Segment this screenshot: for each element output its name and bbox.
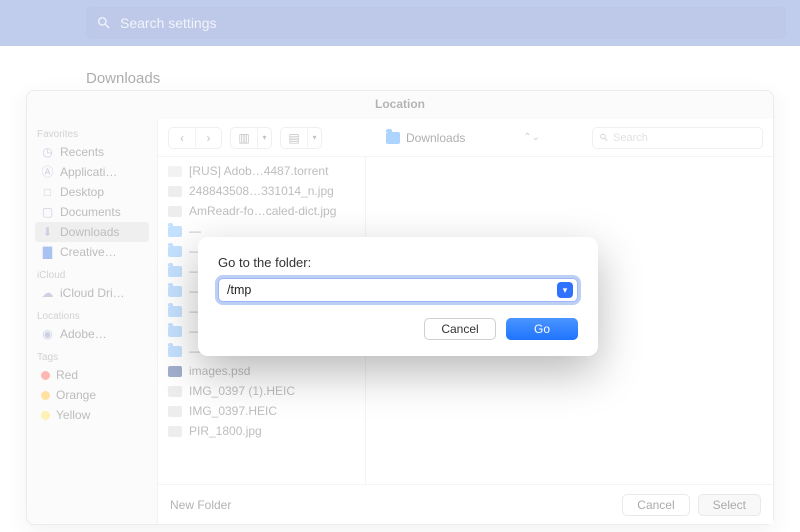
sheet-footer: New Folder Cancel Select: [158, 484, 773, 524]
back-button[interactable]: ‹: [169, 128, 195, 148]
sidebar-heading-tags: Tags: [37, 352, 147, 363]
location-popup[interactable]: Downloads ⌃⌄: [378, 129, 548, 147]
sidebar-tag-red[interactable]: Red: [35, 365, 149, 385]
modal-go-button[interactable]: Go: [506, 318, 578, 340]
modal-cancel-button[interactable]: Cancel: [424, 318, 496, 340]
sidebar-item-documents[interactable]: ▢Documents: [35, 202, 149, 222]
finder-sidebar: Favorites ◷Recents ⒶApplicati… □Desktop …: [27, 119, 157, 524]
location-label: Downloads: [406, 131, 465, 145]
file-row[interactable]: PIR_1800.jpg: [158, 421, 365, 441]
folder-icon: [168, 266, 182, 277]
sheet-title: Location: [27, 91, 773, 119]
go-to-folder-dialog: Go to the folder: ▾ Cancel Go: [198, 237, 598, 356]
sidebar-heading-locations: Locations: [37, 311, 147, 322]
file-row[interactable]: IMG_0397 (1).HEIC: [158, 381, 365, 401]
red-tag-icon: [41, 371, 50, 380]
disk-icon: ◉: [41, 328, 54, 340]
clock-icon: ◷: [41, 146, 54, 158]
file-icon: [168, 186, 182, 197]
folder-icon: [168, 286, 182, 297]
new-folder-button[interactable]: New Folder: [170, 498, 231, 512]
file-icon: [168, 166, 182, 177]
folder-icon: [168, 246, 182, 257]
sidebar-item-downloads[interactable]: ⬇Downloads: [35, 222, 149, 242]
folder-icon: [168, 226, 182, 237]
chevron-up-down-icon: ⌃⌄: [523, 132, 540, 143]
file-row[interactable]: 248843508…331014_n.jpg: [158, 181, 365, 201]
app-icon: Ⓐ: [41, 166, 54, 178]
file-icon: [168, 366, 182, 377]
nav-back-forward[interactable]: ‹ ›: [168, 127, 222, 149]
search-settings-field[interactable]: [86, 7, 786, 39]
folder-icon: [386, 132, 400, 144]
file-icon: [168, 426, 182, 437]
settings-topbar: [0, 0, 800, 46]
sidebar-heading-icloud: iCloud: [37, 270, 147, 281]
finder-search[interactable]: [592, 127, 763, 149]
go-to-folder-field[interactable]: ▾: [218, 278, 578, 302]
cancel-button[interactable]: Cancel: [622, 494, 689, 516]
chevron-down-icon[interactable]: ▾: [257, 128, 271, 148]
document-icon: ▢: [41, 206, 54, 218]
yellow-tag-icon: [41, 411, 50, 420]
file-icon: [168, 206, 182, 217]
sidebar-heading-favorites: Favorites: [37, 129, 147, 140]
search-icon: [599, 132, 609, 143]
sidebar-item-creative[interactable]: ▇Creative…: [35, 242, 149, 262]
sidebar-item-icloud-drive[interactable]: ☁iCloud Dri…: [35, 283, 149, 303]
search-icon: [96, 15, 112, 31]
forward-button[interactable]: ›: [195, 128, 221, 148]
view-mode-column[interactable]: ▥ ▾: [230, 127, 272, 149]
go-to-folder-input[interactable]: [227, 283, 557, 297]
group-icon[interactable]: ▤: [281, 128, 307, 148]
folder-icon: [168, 306, 182, 317]
select-button[interactable]: Select: [698, 494, 761, 516]
page-title: Downloads: [86, 70, 160, 87]
file-row[interactable]: IMG_0397.HEIC: [158, 401, 365, 421]
sidebar-item-applications[interactable]: ⒶApplicati…: [35, 162, 149, 182]
file-icon: [168, 386, 182, 397]
cloud-icon: ☁: [41, 287, 54, 299]
search-settings-input[interactable]: [120, 15, 776, 31]
desktop-icon: □: [41, 186, 54, 198]
file-row[interactable]: [RUS] Adob…4487.torrent: [158, 161, 365, 181]
finder-toolbar: ‹ › ▥ ▾ ▤ ▾ Downloads ⌃⌄: [158, 119, 773, 157]
orange-tag-icon: [41, 391, 50, 400]
sidebar-item-recents[interactable]: ◷Recents: [35, 142, 149, 162]
folder-icon: ▇: [41, 246, 54, 258]
folder-icon: [168, 346, 182, 357]
go-to-folder-label: Go to the folder:: [218, 255, 578, 270]
group-by-button[interactable]: ▤ ▾: [280, 127, 322, 149]
finder-search-input[interactable]: [613, 132, 756, 144]
file-icon: [168, 406, 182, 417]
dropdown-toggle-icon[interactable]: ▾: [557, 282, 573, 298]
sidebar-tag-yellow[interactable]: Yellow: [35, 405, 149, 425]
file-row[interactable]: AmReadr-fo…caled-dict.jpg: [158, 201, 365, 221]
chevron-down-icon[interactable]: ▾: [307, 128, 321, 148]
sidebar-tag-orange[interactable]: Orange: [35, 385, 149, 405]
columns-view-icon[interactable]: ▥: [231, 128, 257, 148]
sidebar-item-desktop[interactable]: □Desktop: [35, 182, 149, 202]
folder-icon: [168, 326, 182, 337]
download-icon: ⬇: [41, 226, 54, 238]
file-row[interactable]: images.psd: [158, 361, 365, 381]
sidebar-item-adobe[interactable]: ◉Adobe…: [35, 324, 149, 344]
